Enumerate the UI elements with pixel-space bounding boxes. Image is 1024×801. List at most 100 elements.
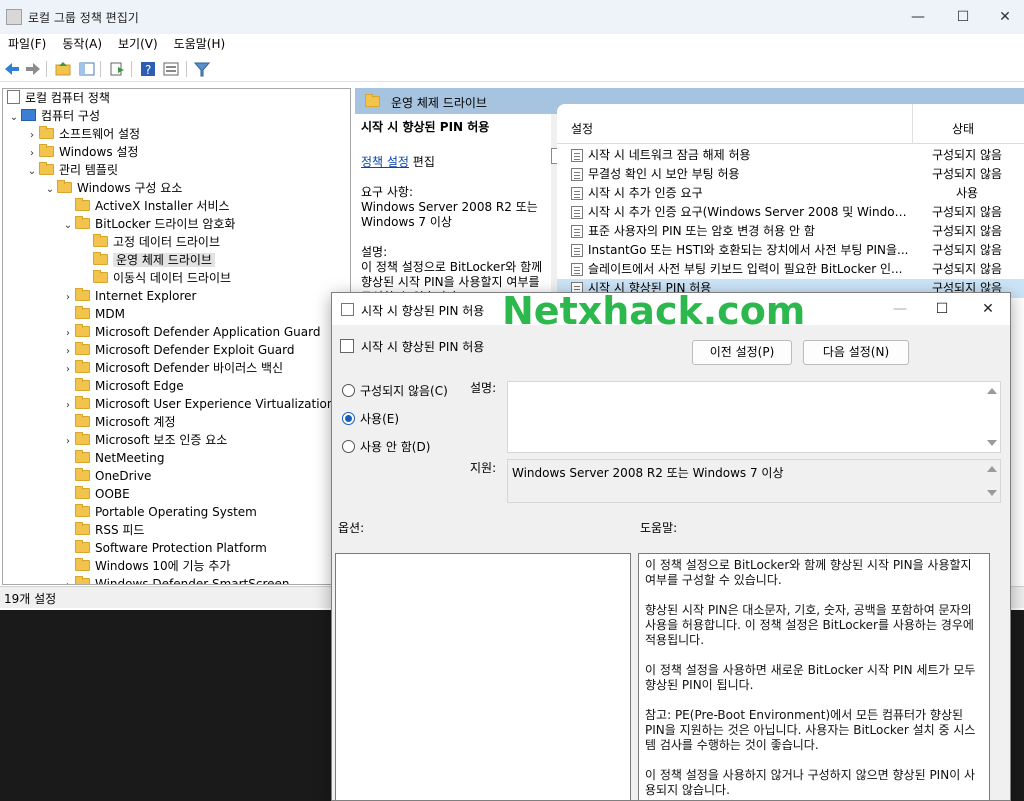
column-divider[interactable]	[912, 104, 913, 144]
up-folder-icon[interactable]	[54, 60, 72, 78]
setting-name: InstantGo 또는 HSTI와 호환되는 장치에서 사전 부팅 PIN을.…	[588, 243, 909, 257]
radio-not-configured[interactable]: 구성되지 않음(C)	[342, 382, 448, 400]
options-label: 옵션:	[338, 521, 365, 535]
folder-icon	[75, 432, 90, 445]
help-icon[interactable]: ?	[139, 60, 157, 78]
help-paragraph: 향상된 시작 PIN은 대소문자, 기호, 숫자, 공백을 포함하여 문자의 사…	[645, 603, 974, 647]
computer-icon	[21, 109, 36, 121]
back-arrow-icon[interactable]	[3, 60, 21, 78]
tree-item[interactable]: Windows 10에 기능 추가	[61, 557, 230, 575]
tree-computer-config[interactable]: ⌄ 컴퓨터 구성	[7, 107, 100, 125]
radio-circle[interactable]	[342, 384, 355, 397]
setting-row[interactable]: 시작 시 추가 인증 요구 사용	[557, 184, 1024, 203]
edit-text: 편집	[408, 155, 435, 169]
svg-text:?: ?	[145, 63, 151, 77]
dialog-minimize-button[interactable]: —	[882, 297, 918, 321]
setting-row[interactable]: 슬레이트에서 사전 부팅 키보드 입력이 필요한 BitLocker 인... 구…	[557, 260, 1024, 279]
dialog-close-button[interactable]: ✕	[970, 297, 1006, 321]
setting-row[interactable]: 표준 사용자의 PIN 또는 암호 변경 허용 안 함 구성되지 않음	[557, 222, 1024, 241]
comment-textbox[interactable]	[507, 381, 1001, 453]
tree-os-drive[interactable]: 운영 체제 드라이브	[79, 251, 215, 269]
scroll-down-icon[interactable]	[987, 490, 997, 496]
radio-enabled[interactable]: 사용(E)	[342, 410, 399, 428]
tree-item[interactable]: Microsoft Edge	[61, 377, 184, 395]
supported-scrollbar[interactable]	[984, 460, 1000, 502]
next-setting-button[interactable]: 다음 설정(N)	[803, 340, 909, 365]
folder-icon	[39, 126, 54, 139]
setting-icon	[340, 339, 354, 353]
list-header: 설정 상태	[557, 104, 1024, 144]
export-list-icon[interactable]	[108, 60, 126, 78]
folder-icon	[365, 94, 380, 107]
radio-circle-checked[interactable]	[342, 412, 355, 425]
tree-item[interactable]: › Internet Explorer	[61, 287, 196, 305]
maximize-button[interactable]: ☐	[943, 4, 983, 30]
setting-row[interactable]: 무결성 확인 시 보안 부팅 허용 구성되지 않음	[557, 165, 1024, 184]
show-hide-tree-icon[interactable]	[78, 60, 96, 78]
tree-admin-templates[interactable]: ⌄ 관리 템플릿	[25, 161, 118, 179]
tree-item[interactable]: › Microsoft Defender Application Guard	[61, 323, 320, 341]
setting-state: 구성되지 않음	[931, 167, 1003, 181]
tree-windows-settings[interactable]: › Windows 설정	[25, 143, 138, 161]
scroll-up-icon[interactable]	[987, 388, 997, 394]
tree-software-settings[interactable]: › 소프트웨어 설정	[25, 125, 140, 143]
toolbar-separator	[100, 61, 101, 77]
setting-state: 구성되지 않음	[931, 205, 1003, 219]
forward-arrow-icon[interactable]	[24, 60, 42, 78]
policy-tree[interactable]: 로컬 컴퓨터 정책 ⌄ 컴퓨터 구성 › 소프트웨어 설정 › Windows 설정 …	[2, 88, 351, 585]
help-paragraph: 참고: PE(Pre-Boot Environment)에서 모든 컴퓨터가 향…	[645, 708, 976, 752]
tree-bitlocker[interactable]: ⌄ BitLocker 드라이브 암호화	[61, 215, 235, 233]
tree-root[interactable]: 로컬 컴퓨터 정책	[7, 89, 110, 107]
folder-icon	[57, 180, 72, 193]
tree-item[interactable]: › Microsoft Defender Exploit Guard	[61, 341, 294, 359]
scroll-down-icon[interactable]	[987, 440, 997, 446]
tree-item[interactable]: OneDrive	[61, 467, 151, 485]
close-button[interactable]: ✕	[985, 4, 1024, 30]
folder-icon	[75, 216, 90, 229]
previous-setting-button[interactable]: 이전 설정(P)	[692, 340, 792, 365]
setting-row[interactable]: 시작 시 네트워크 잠금 해제 허용 구성되지 않음	[557, 146, 1024, 165]
setting-state: 구성되지 않음	[931, 224, 1003, 238]
properties-icon[interactable]	[162, 60, 180, 78]
tree-windows-components[interactable]: ⌄ Windows 구성 요소	[43, 179, 182, 197]
chevron-down-icon[interactable]: ⌄	[25, 163, 39, 181]
menu-help[interactable]: 도움말(H)	[166, 34, 234, 54]
tree-item[interactable]: MDM	[61, 305, 125, 323]
tree-item[interactable]: Software Protection Platform	[61, 539, 267, 557]
tree-item[interactable]: › Microsoft Defender 바이러스 백신	[61, 359, 283, 377]
dialog-maximize-button[interactable]: ☐	[924, 297, 960, 321]
chevron-right-icon[interactable]: ›	[61, 577, 75, 584]
tree-fixed-drive[interactable]: 고정 데이터 드라이브	[79, 233, 220, 251]
menu-action[interactable]: 동작(A)	[54, 34, 110, 54]
setting-row[interactable]: 시작 시 추가 인증 요구(Windows Server 2008 및 Wind…	[557, 203, 1024, 222]
radio-circle[interactable]	[342, 440, 355, 453]
tree-item[interactable]: RSS 피드	[61, 521, 144, 539]
setting-row[interactable]: InstantGo 또는 HSTI와 호환되는 장치에서 사전 부팅 PIN을.…	[557, 241, 1024, 260]
tree-item[interactable]: Portable Operating System	[61, 503, 257, 521]
column-state[interactable]: 상태	[952, 120, 974, 137]
tree-item[interactable]: OOBE	[61, 485, 130, 503]
chevron-down-icon[interactable]: ⌄	[43, 181, 57, 199]
tree-activex[interactable]: ActiveX Installer 서비스	[61, 197, 230, 215]
minimize-button[interactable]: —	[898, 4, 938, 30]
tree-item[interactable]: Microsoft 계정	[61, 413, 176, 431]
tree-removable-drive[interactable]: 이동식 데이터 드라이브	[79, 269, 231, 287]
radio-disabled[interactable]: 사용 안 함(D)	[342, 438, 430, 456]
folder-icon	[93, 270, 108, 283]
help-panel[interactable]: 이 정책 설정으로 BitLocker와 함께 향상된 시작 PIN을 사용할지…	[638, 553, 990, 800]
policy-settings-link[interactable]: 정책 설정	[361, 155, 409, 169]
tree-item[interactable]: › Microsoft User Experience Virtualizatio…	[61, 395, 335, 413]
tree-item[interactable]: NetMeeting	[61, 449, 164, 467]
comment-scrollbar[interactable]	[984, 382, 1000, 452]
chevron-down-icon[interactable]: ⌄	[7, 109, 21, 127]
scroll-up-icon[interactable]	[987, 466, 997, 472]
tree-item[interactable]: › Microsoft 보조 인증 요소	[61, 431, 227, 449]
chevron-down-icon[interactable]: ⌄	[61, 217, 75, 235]
menu-view[interactable]: 보기(V)	[110, 34, 166, 54]
menu-file[interactable]: 파일(F)	[0, 34, 54, 54]
setting-name: 시작 시 추가 인증 요구	[588, 186, 703, 200]
column-setting[interactable]: 설정	[571, 120, 593, 137]
comment-label: 설명:	[470, 381, 497, 395]
tree-item[interactable]: ›Windows Defender SmartScreen	[61, 575, 290, 584]
filter-icon[interactable]	[193, 60, 211, 78]
